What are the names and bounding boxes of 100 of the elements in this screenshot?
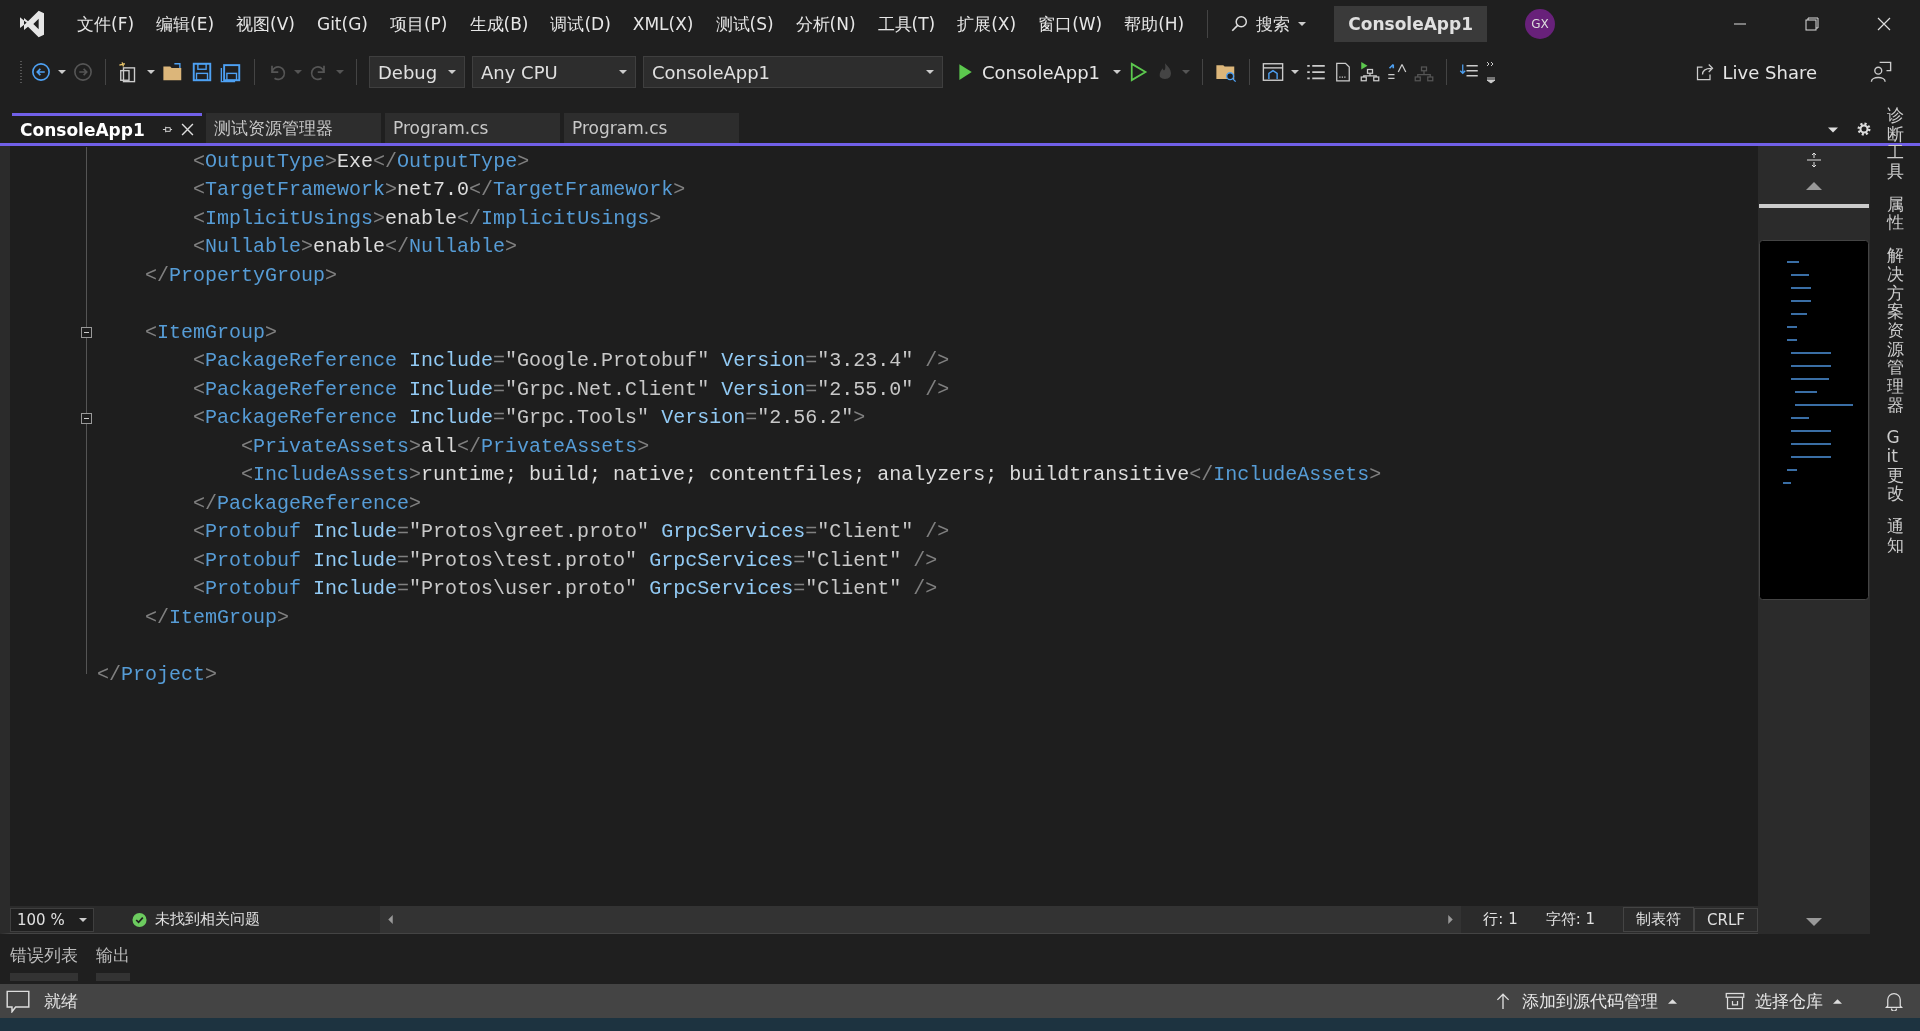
menu-item[interactable]: 工具(T) [866, 12, 947, 36]
code-line: </PackageReference> [192, 491, 422, 515]
pin-icon[interactable] [162, 124, 173, 135]
code-line: <ImplicitUsings>enable</ImplicitUsings> [192, 206, 662, 230]
repository-icon [1725, 991, 1745, 1011]
project-dropdown[interactable]: ConsoleApp1 [643, 56, 943, 88]
configuration-dropdown[interactable]: Debug [369, 56, 465, 88]
overflow-icon[interactable] [1486, 60, 1497, 84]
menu-item[interactable]: 扩展(X) [946, 12, 1028, 36]
settings-icon[interactable] [1856, 121, 1872, 137]
platform-dropdown[interactable]: Any CPU [472, 56, 636, 88]
document-tab[interactable]: Program.cs [564, 113, 739, 143]
menu-item[interactable]: 分析(N) [784, 12, 867, 36]
menu-item[interactable]: 窗口(W) [1027, 12, 1114, 36]
search-box[interactable]: 搜索 [1220, 12, 1317, 36]
collapse-icon[interactable] [81, 412, 92, 424]
dropdown-icon[interactable] [1828, 125, 1838, 135]
code-line: <Protobuf Include="Protos\greet.proto" GrpcServices="Client" /> [192, 520, 950, 544]
menu-item[interactable]: 测试(S) [704, 12, 785, 36]
menu-item[interactable]: 项目(P) [378, 12, 459, 36]
code-line: </ItemGroup> [144, 605, 290, 629]
scroll-down-icon[interactable] [1806, 918, 1822, 926]
code-line: <Protobuf Include="Protos\user.proto" GrpcServices="Client" /> [192, 577, 938, 601]
code-line: <PrivateAssets>all</PrivateAssets> [240, 434, 650, 458]
save-icon[interactable] [191, 61, 213, 83]
menu-item[interactable]: 调试(D) [539, 12, 622, 36]
caret-icon [78, 915, 87, 924]
menu-item[interactable]: Git(G) [305, 14, 379, 34]
restore-icon[interactable] [1804, 16, 1820, 32]
menu-item[interactable]: 编辑(E) [145, 12, 226, 36]
user-avatar[interactable]: GX [1525, 9, 1555, 39]
document-tab[interactable]: ConsoleApp1 [12, 113, 202, 143]
code-line: <PackageReference Include="Grpc.Net.Client" Version="2.55.0" /> [192, 377, 950, 401]
code-line: <Protobuf Include="Protos\test.proto" GrpcServices="Client" /> [192, 548, 938, 572]
document-tab[interactable]: 测试资源管理器 [206, 113, 381, 143]
hierarchy-run-icon[interactable] [1360, 62, 1381, 82]
minimap-drawing[interactable] [1759, 240, 1869, 600]
live-share-button[interactable]: Live Share [1688, 60, 1823, 84]
scroll-up-icon[interactable] [1806, 182, 1822, 190]
code-line: <TargetFramework>net7.0</TargetFramework> [192, 178, 686, 202]
feedback-icon[interactable] [1870, 61, 1892, 83]
menu-item[interactable]: 文件(F) [66, 12, 146, 36]
side-tab[interactable]: Git 更改 [1886, 428, 1904, 504]
caret-icon [1298, 20, 1307, 28]
caret-icon[interactable] [1113, 68, 1122, 76]
search-icon [1230, 15, 1249, 33]
share-icon [1694, 62, 1715, 82]
code-line: </Project> [97, 662, 218, 686]
column-indicator[interactable]: 字符: 1 [1545, 910, 1596, 929]
close-icon[interactable] [181, 123, 194, 136]
line-ending[interactable]: CRLF [1694, 907, 1758, 932]
folder-icon[interactable] [162, 61, 184, 83]
add-to-source-control-button[interactable]: 添加到源代码管理 [1488, 988, 1683, 1014]
caret-icon [1833, 996, 1842, 1006]
issues-status[interactable]: 未找到相关问题 [154, 910, 381, 929]
document-tab[interactable]: Program.cs [385, 113, 560, 143]
code-line: <Nullable>enable</Nullable> [192, 235, 518, 259]
list-icon[interactable] [1306, 62, 1327, 82]
line-indicator[interactable]: 行: 1 [1483, 910, 1518, 929]
caret-icon[interactable] [58, 68, 66, 76]
arrow-up-icon [1494, 992, 1512, 1010]
window-home-icon[interactable] [1262, 61, 1285, 83]
caret-icon [1668, 996, 1677, 1006]
code-line: </PropertyGroup> [144, 263, 338, 287]
menu-item[interactable]: 生成(B) [458, 12, 540, 36]
code-line: <PackageReference Include="Google.Protobuf" Version="3.23.4" /> [192, 349, 950, 373]
indent-mode[interactable]: 制表符 [1623, 907, 1695, 932]
grip-icon [20, 60, 24, 84]
collapse-icon[interactable] [81, 327, 92, 338]
caret-icon [926, 68, 934, 76]
start-button[interactable]: ConsoleApp1 [950, 61, 1107, 83]
split-icon[interactable] [1806, 152, 1822, 168]
back-icon[interactable] [31, 62, 51, 82]
menu-item[interactable]: XML(X) [621, 14, 705, 34]
side-tab[interactable]: 诊断工具 [1886, 106, 1904, 181]
comment-icon [6, 989, 30, 1013]
play-icon [956, 63, 974, 81]
menu-item[interactable]: 帮助(H) [1113, 12, 1196, 36]
zoom-dropdown[interactable]: 100 % [10, 907, 94, 932]
play-outline-icon[interactable] [1128, 62, 1149, 82]
close-icon[interactable] [1876, 16, 1892, 32]
status-text: 就绪 [44, 989, 78, 1013]
caret-icon[interactable] [147, 68, 155, 76]
caret-icon[interactable] [1291, 68, 1300, 76]
side-tab[interactable]: 通知 [1886, 517, 1904, 555]
side-tab[interactable]: 解决方案资源管理器 [1886, 246, 1904, 415]
check-icon [131, 911, 147, 928]
menu-item[interactable]: 视图(V) [225, 12, 306, 36]
notification-icon[interactable] [1884, 991, 1904, 1011]
caret-icon [448, 68, 456, 76]
window-title: ConsoleApp1 [1334, 6, 1487, 42]
save-all-icon[interactable] [220, 61, 242, 83]
side-tab[interactable]: 属性 [1886, 194, 1904, 233]
caret-icon [619, 68, 627, 76]
code-line: <IncludeAssets>runtime; build; native; contentfiles; analyzers; buildtransitive</IncludeAssets> [240, 463, 1382, 487]
scroll-left-icon[interactable] [386, 915, 396, 924]
horizontal-scrollbar[interactable] [380, 906, 1462, 933]
code-line: <ItemGroup> [144, 320, 278, 344]
select-repository-button[interactable]: 选择仓库 [1719, 988, 1848, 1014]
scroll-right-icon[interactable] [1446, 915, 1456, 924]
